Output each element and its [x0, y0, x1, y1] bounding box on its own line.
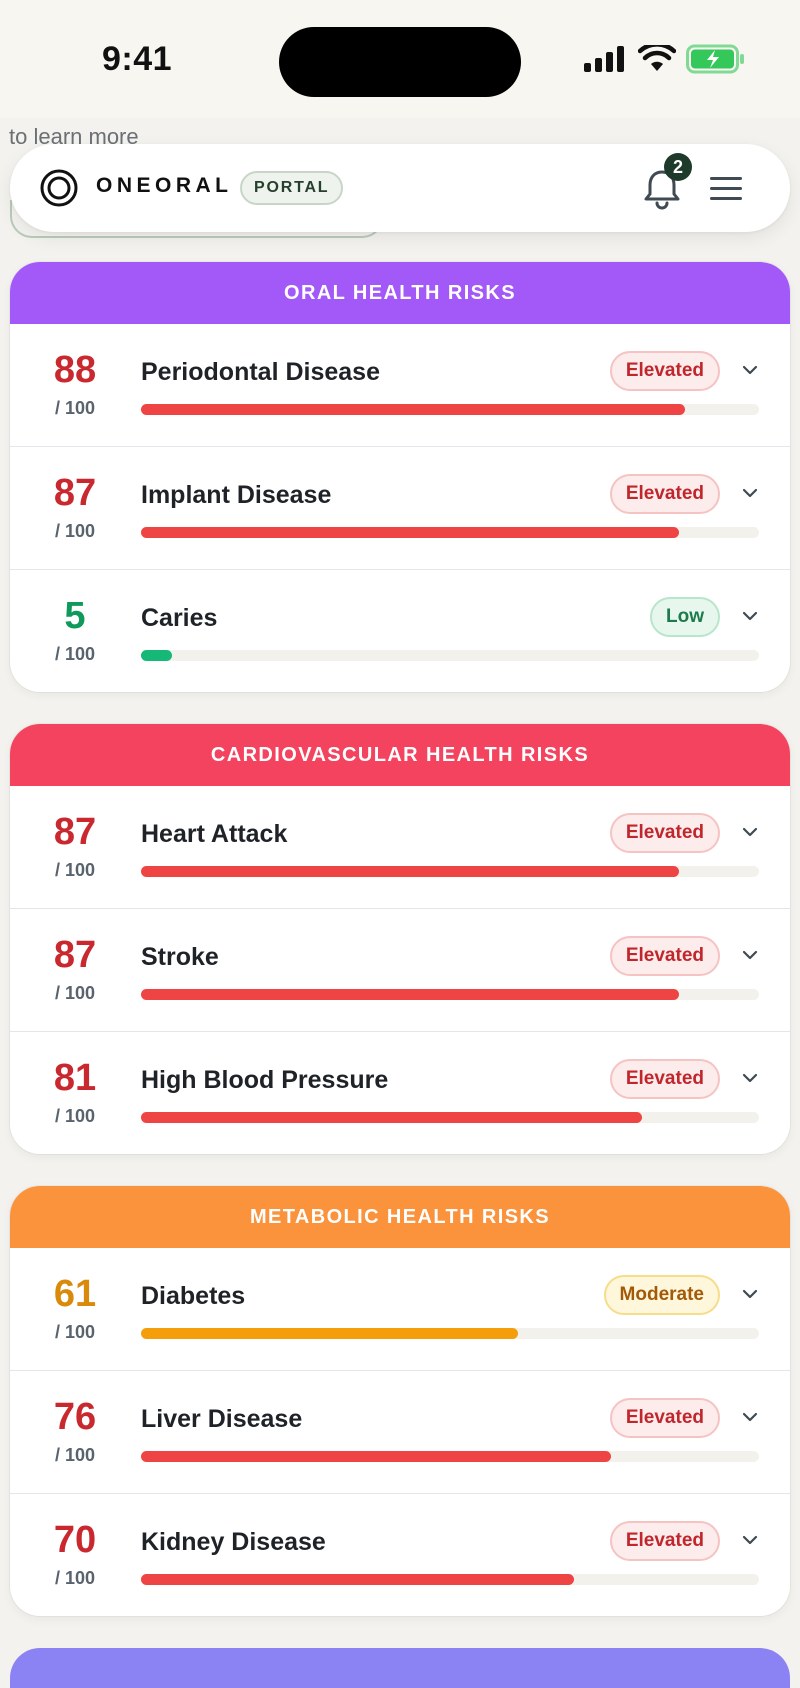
risk-section-card: CARDIOVASCULAR HEALTH RISKS 87 / 100 Heart …: [10, 724, 790, 1154]
risk-score: 88: [53, 349, 97, 391]
menu-button[interactable]: [706, 168, 746, 208]
status-bar: 9:41: [0, 0, 800, 118]
risk-progress-fill: [141, 1328, 518, 1339]
risk-list: 61 / 100 Diabetes Moderate 76 / 100 Liver Dise…: [10, 1248, 790, 1616]
risk-level-badge: Elevated: [609, 813, 720, 853]
battery-icon: [686, 44, 744, 74]
risk-level-badge: Moderate: [603, 1275, 720, 1315]
risk-section-card: ORAL HEALTH RISKS 88 / 100 Periodontal Dise…: [10, 262, 790, 692]
chevron-down-icon[interactable]: [740, 360, 760, 380]
risk-progress-fill: [141, 527, 679, 538]
risk-name: Heart Attack: [141, 820, 288, 848]
risk-row[interactable]: 87 / 100 Heart Attack Elevated: [10, 786, 790, 908]
risk-score-max: / 100: [54, 860, 96, 880]
risk-list: 87 / 100 Heart Attack Elevated 87 / 100 Stroke…: [10, 786, 790, 1154]
risk-level-badge: Elevated: [609, 1398, 720, 1438]
risk-progress-fill: [141, 1451, 611, 1462]
chevron-down-icon[interactable]: [740, 822, 760, 842]
risk-score: 76: [53, 1396, 97, 1438]
chevron-down-icon[interactable]: [740, 1407, 760, 1427]
risk-progress-fill: [141, 866, 679, 877]
risk-name: Stroke: [141, 943, 219, 971]
chevron-down-icon[interactable]: [740, 1068, 760, 1088]
chevron-down-icon[interactable]: [740, 606, 760, 626]
notification-count-badge: 2: [664, 153, 692, 181]
risk-progress-track: [141, 866, 759, 877]
risk-score: 87: [53, 811, 97, 853]
risk-score-max: / 100: [54, 521, 96, 541]
risk-progress-track: [141, 1574, 759, 1585]
dynamic-island: [279, 27, 521, 97]
section-title: ORAL HEALTH RISKS: [10, 262, 790, 324]
portal-badge: PORTAL: [240, 171, 344, 205]
risk-row[interactable]: 81 / 100 High Blood Pressure Elevated: [10, 1031, 790, 1154]
risk-name: High Blood Pressure: [141, 1066, 389, 1094]
risk-level-badge: Elevated: [609, 351, 720, 391]
risk-row[interactable]: 70 / 100 Kidney Disease Elevated: [10, 1493, 790, 1616]
risk-score-max: / 100: [54, 1445, 96, 1465]
risk-name: Periodontal Disease: [141, 358, 380, 386]
risk-row[interactable]: 76 / 100 Liver Disease Elevated: [10, 1370, 790, 1493]
risk-progress-fill: [141, 989, 679, 1000]
risk-level-badge: Elevated: [609, 474, 720, 514]
brand-name[interactable]: ONEORAL: [96, 174, 233, 198]
risk-name: Kidney Disease: [141, 1528, 326, 1556]
signal-icon: [584, 46, 624, 72]
risk-score-max: / 100: [54, 1322, 96, 1342]
chevron-down-icon[interactable]: [740, 945, 760, 965]
app-header: ONEORAL PORTAL 2: [10, 144, 790, 232]
risk-progress-track: [141, 404, 759, 415]
risk-score-max: / 100: [54, 983, 96, 1003]
risk-progress-fill: [141, 650, 172, 661]
oneoral-logo-icon[interactable]: [40, 169, 78, 207]
risk-score: 61: [53, 1273, 97, 1315]
risk-row[interactable]: 88 / 100 Periodontal Disease Elevated: [10, 324, 790, 446]
risk-score-max: / 100: [54, 398, 96, 418]
section-title: CARDIOVASCULAR HEALTH RISKS: [10, 724, 790, 786]
risk-progress-track: [141, 650, 759, 661]
risk-row[interactable]: 87 / 100 Stroke Elevated: [10, 908, 790, 1031]
risk-name: Implant Disease: [141, 481, 332, 509]
wifi-icon: [638, 45, 676, 71]
risk-score: 87: [53, 472, 97, 514]
risk-score: 70: [53, 1519, 97, 1561]
status-time: 9:41: [102, 40, 173, 78]
risk-name: Diabetes: [141, 1282, 246, 1310]
risk-score-max: / 100: [54, 1106, 96, 1126]
risk-score: 5: [64, 595, 86, 637]
risk-progress-track: [141, 1328, 759, 1339]
risk-progress-track: [141, 527, 759, 538]
risk-list: 88 / 100 Periodontal Disease Elevated 87 / 10…: [10, 324, 790, 692]
section-title: METABOLIC HEALTH RISKS: [10, 1186, 790, 1248]
risk-level-badge: Elevated: [609, 936, 720, 976]
risk-score: 81: [53, 1057, 97, 1099]
risk-progress-fill: [141, 404, 685, 415]
risk-row[interactable]: 87 / 100 Implant Disease Elevated: [10, 446, 790, 569]
risk-progress-track: [141, 1451, 759, 1462]
next-section-card-edge: [10, 1648, 790, 1688]
risk-progress-track: [141, 1112, 759, 1123]
risk-level-badge: Low: [650, 597, 720, 637]
risk-progress-fill: [141, 1574, 574, 1585]
risk-row[interactable]: 61 / 100 Diabetes Moderate: [10, 1248, 790, 1370]
chevron-down-icon[interactable]: [740, 1530, 760, 1550]
risk-section-card: METABOLIC HEALTH RISKS 61 / 100 Diabetes Mod…: [10, 1186, 790, 1616]
risk-level-badge: Elevated: [609, 1521, 720, 1561]
risk-score-max: / 100: [54, 1568, 96, 1588]
chevron-down-icon[interactable]: [740, 483, 760, 503]
risk-progress-track: [141, 989, 759, 1000]
risk-row[interactable]: 5 / 100 Caries Low: [10, 569, 790, 692]
chevron-down-icon[interactable]: [740, 1284, 760, 1304]
status-icons: [584, 44, 746, 74]
risk-level-badge: Elevated: [609, 1059, 720, 1099]
hamburger-menu-icon: [710, 177, 742, 200]
risk-progress-fill: [141, 1112, 642, 1123]
risk-score: 87: [53, 934, 97, 976]
risk-score-max: / 100: [54, 644, 96, 664]
risk-name: Liver Disease: [141, 1405, 303, 1433]
risk-name: Caries: [141, 604, 218, 632]
